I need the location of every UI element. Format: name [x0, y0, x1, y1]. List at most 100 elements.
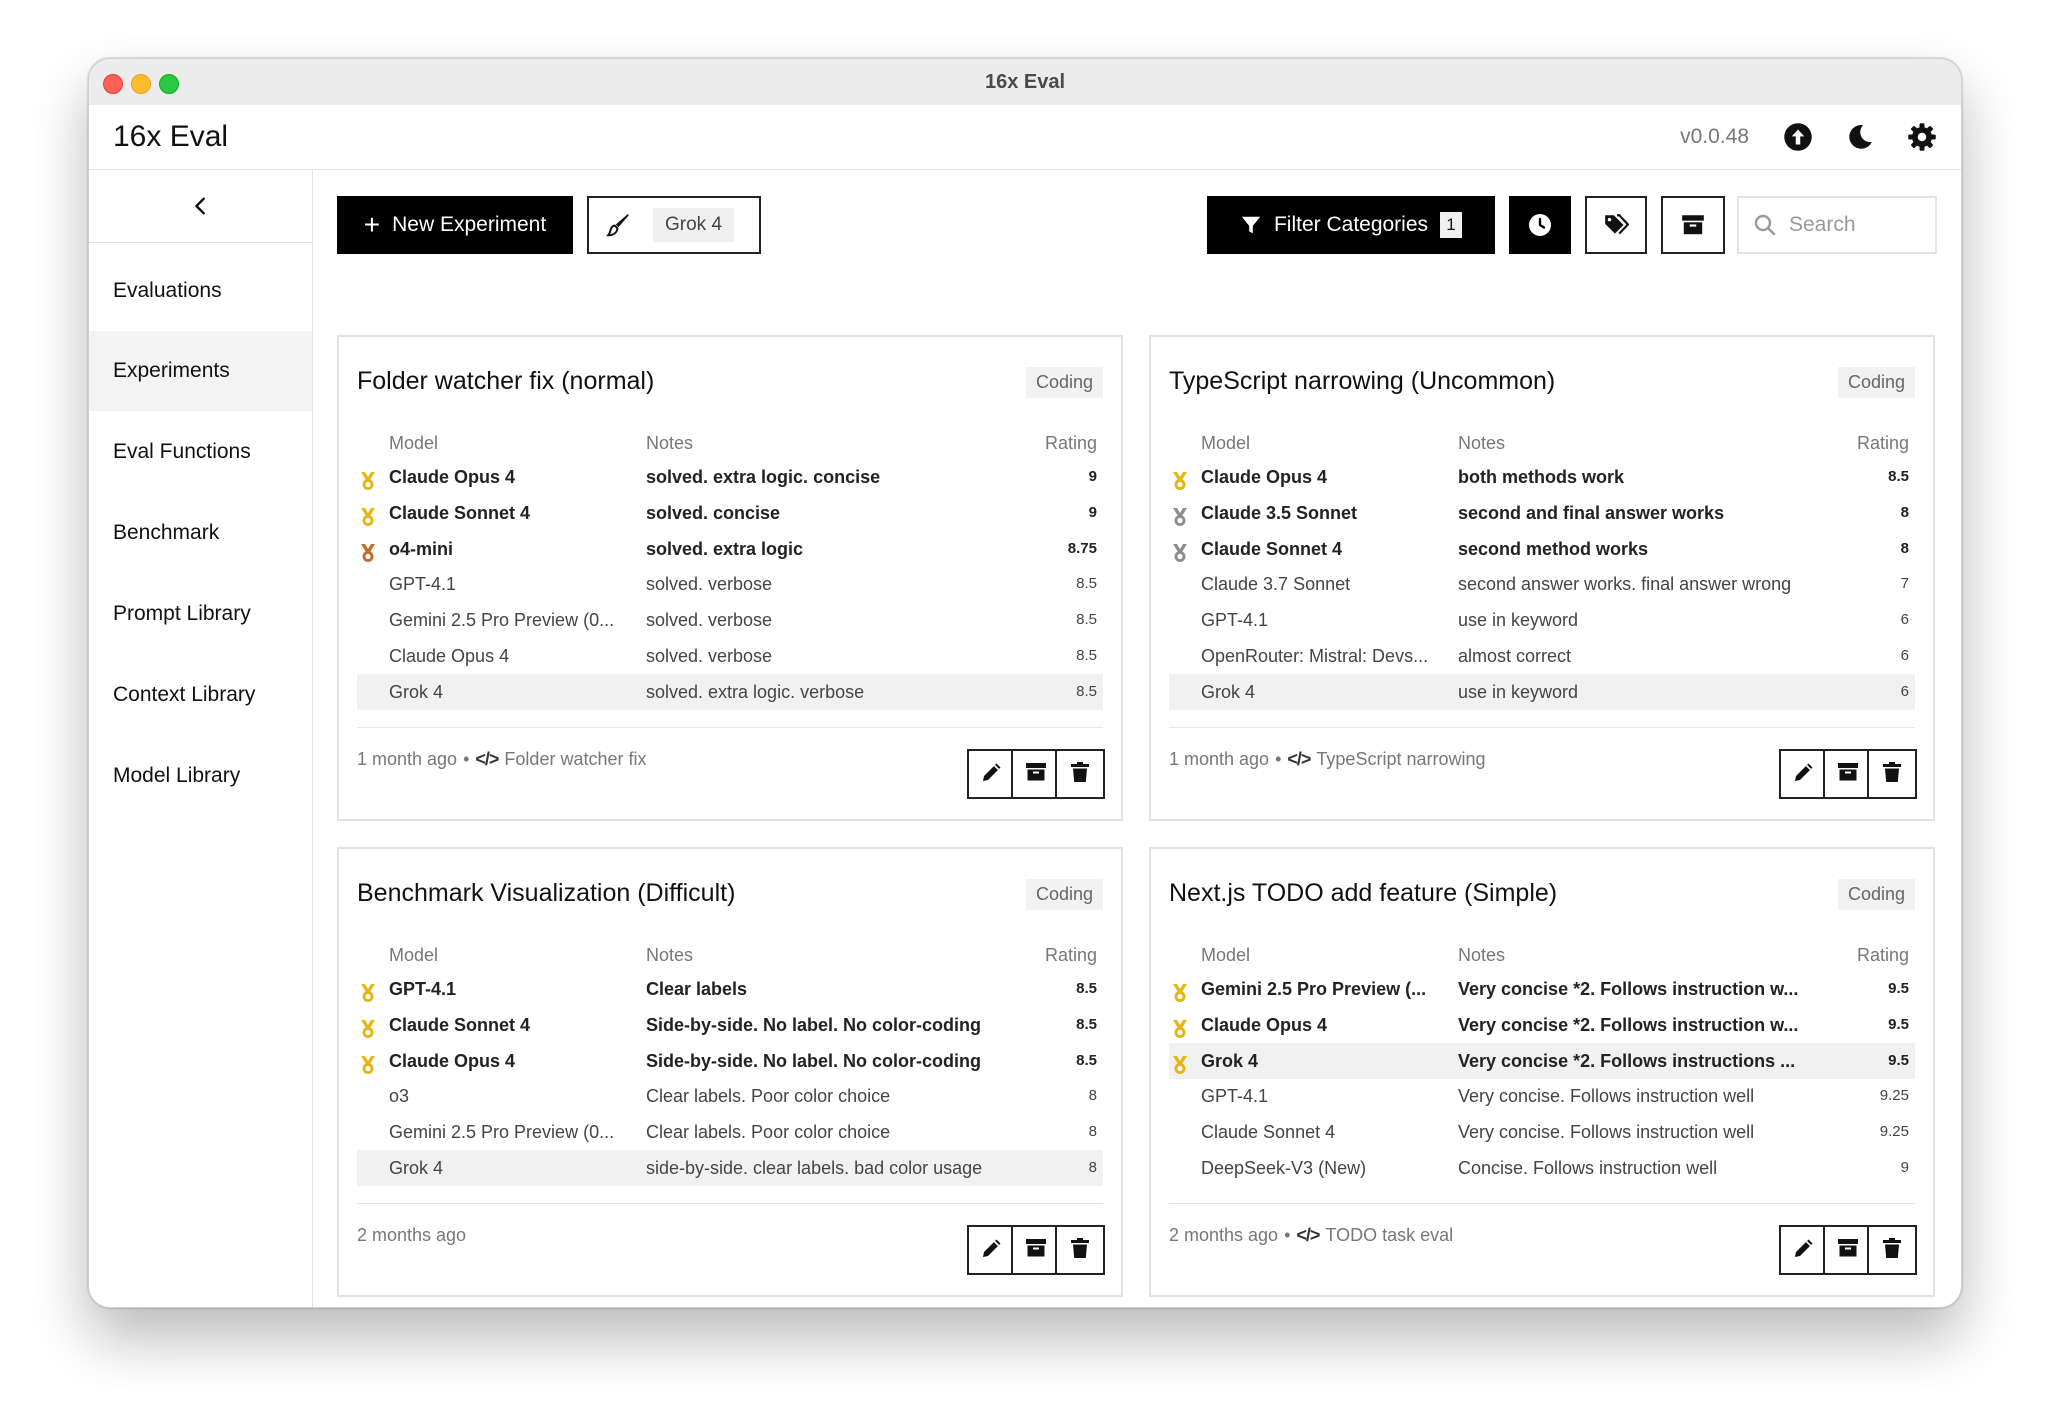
result-row[interactable]: GPT-4.1 use in keyword 6 — [1169, 602, 1915, 638]
result-row[interactable]: Grok 4 Very concise *2. Follows instructi… — [1169, 1042, 1915, 1079]
tags-button[interactable] — [1585, 196, 1647, 254]
result-rating: 8.5 — [1076, 980, 1097, 997]
result-row[interactable]: Claude Opus 4 Side-by-side. No label. No … — [357, 1043, 1103, 1079]
result-row[interactable]: Claude 3.5 Sonnet second and final answer… — [1169, 495, 1915, 531]
experiment-card[interactable]: Benchmark Visualization (Difficult) Codin… — [337, 847, 1123, 1297]
sidebar-item-model-library[interactable]: Model Library — [89, 736, 312, 816]
column-header-model: Model — [389, 945, 439, 965]
sidebar-item-evaluations[interactable]: Evaluations — [89, 251, 312, 331]
result-rating: 8 — [1088, 1159, 1097, 1176]
result-row[interactable]: Gemini 2.5 Pro Preview (0... solved. verb… — [357, 602, 1103, 638]
model-name: Grok 4 — [389, 1158, 444, 1178]
column-header-model: Model — [1201, 433, 1251, 453]
highlight-model-button[interactable]: Grok 4 — [587, 196, 761, 254]
silver-medal-icon — [1171, 503, 1189, 526]
model-name: Gemini 2.5 Pro Preview (0... — [389, 610, 615, 631]
code-icon: </> — [1287, 749, 1311, 769]
sidebar: Evaluations Experiments Eval Functions B… — [89, 170, 313, 1307]
collapse-sidebar-button[interactable] — [89, 170, 312, 243]
archived-button[interactable] — [1661, 196, 1725, 254]
edit-button[interactable] — [967, 749, 1017, 799]
code-icon: </> — [475, 749, 499, 769]
result-notes: Very concise *2. Follows instruction w..… — [1458, 979, 1799, 999]
result-row[interactable]: Grok 4 solved. extra logic. verbose 8.5 — [357, 673, 1103, 710]
meta-prompt-link[interactable]: TODO task eval — [1325, 1225, 1453, 1246]
sidebar-item-experiments[interactable]: Experiments — [89, 331, 312, 411]
result-row[interactable]: Claude Sonnet 4 solved. concise 9 — [357, 495, 1103, 531]
result-rating: 8 — [1900, 503, 1909, 521]
new-experiment-button[interactable]: + New Experiment — [337, 196, 573, 254]
delete-button[interactable] — [1867, 749, 1917, 799]
archive-icon — [1682, 215, 1704, 235]
delete-button[interactable] — [1867, 1225, 1917, 1275]
result-notes: use in keyword — [1458, 610, 1579, 631]
edit-button[interactable] — [1779, 749, 1829, 799]
app-name: 16x Eval — [113, 120, 229, 153]
result-row[interactable]: o3 Clear labels. Poor color choice 8 — [357, 1078, 1103, 1114]
result-row[interactable]: Gemini 2.5 Pro Preview (... Very concise … — [1169, 971, 1915, 1007]
experiment-title: Benchmark Visualization (Difficult) — [357, 879, 736, 907]
result-row[interactable]: Claude Opus 4 both methods work 8.5 — [1169, 459, 1915, 495]
sidebar-item-context-library[interactable]: Context Library — [89, 655, 312, 735]
gear-icon[interactable] — [1907, 122, 1937, 152]
gold-medal-icon — [359, 1015, 377, 1038]
result-row[interactable]: GPT-4.1 Very concise. Follows instruction… — [1169, 1078, 1915, 1114]
search-icon — [1754, 214, 1776, 236]
experiment-card[interactable]: Folder watcher fix (normal) Coding Model No… — [337, 335, 1123, 821]
result-rating: 8.75 — [1067, 539, 1097, 557]
result-row[interactable]: Claude 3.7 Sonnet second answer works. fi… — [1169, 566, 1915, 602]
result-row[interactable]: Grok 4 side-by-side. clear labels. bad co… — [357, 1150, 1103, 1186]
filter-categories-button[interactable]: Filter Categories 1 — [1207, 196, 1495, 254]
result-notes: solved. verbose — [646, 574, 773, 595]
experiment-card[interactable]: TypeScript narrowing (Uncommon) Coding Mod… — [1149, 335, 1935, 821]
result-rating: 8.5 — [1076, 611, 1097, 629]
result-row[interactable]: o4-mini solved. extra logic 8.75 — [357, 531, 1103, 567]
result-row[interactable]: DeepSeek-V3 (New) Concise. Follows instru… — [1169, 1150, 1915, 1186]
model-name: o4-mini — [389, 538, 454, 559]
upload-icon[interactable] — [1783, 122, 1813, 152]
search-input[interactable]: Search — [1737, 196, 1937, 254]
edit-button[interactable] — [967, 1225, 1017, 1275]
result-notes: Clear labels — [646, 979, 748, 999]
result-row[interactable]: Claude Sonnet 4 second method works 8 — [1169, 531, 1915, 567]
result-notes: Very concise. Follows instruction well — [1458, 1086, 1755, 1107]
archive-icon — [1024, 1236, 1048, 1265]
result-row[interactable]: GPT-4.1 solved. verbose 8.5 — [357, 566, 1103, 602]
result-row[interactable]: Gemini 2.5 Pro Preview (0... Clear labels… — [357, 1114, 1103, 1150]
result-row[interactable]: OpenRouter: Mistral: Devs... almost corre… — [1169, 638, 1915, 674]
sidebar-item-prompt-library[interactable]: Prompt Library — [89, 574, 312, 654]
meta-prompt-link[interactable]: TypeScript narrowing — [1316, 749, 1485, 770]
category-badge: Coding — [1837, 879, 1915, 910]
result-notes: both methods work — [1458, 467, 1624, 487]
meta-prompt-link[interactable]: Folder watcher fix — [504, 749, 646, 770]
result-row[interactable]: Claude Opus 4 solved. verbose 8.5 — [357, 638, 1103, 674]
experiment-title: TypeScript narrowing (Uncommon) — [1169, 367, 1556, 395]
sidebar-item-eval-functions[interactable]: Eval Functions — [89, 412, 312, 492]
result-rating: 7 — [1900, 575, 1909, 593]
delete-button[interactable] — [1055, 1225, 1105, 1275]
archive-button[interactable] — [1823, 749, 1873, 799]
trash-icon — [1880, 760, 1904, 789]
result-notes: Concise. Follows instruction well — [1458, 1158, 1718, 1178]
result-notes: Side-by-side. No label. No color-coding — [646, 1014, 982, 1035]
result-notes: Very concise. Follows instruction well — [1458, 1122, 1755, 1143]
result-row[interactable]: GPT-4.1 Clear labels 8.5 — [357, 971, 1103, 1007]
result-row[interactable]: Grok 4 use in keyword 6 — [1169, 673, 1915, 710]
experiment-card[interactable]: Next.js TODO add feature (Simple) Coding M… — [1149, 847, 1935, 1297]
archive-button[interactable] — [1011, 749, 1061, 799]
edit-button[interactable] — [1779, 1225, 1829, 1275]
result-row[interactable]: Claude Sonnet 4 Side-by-side. No label. N… — [357, 1007, 1103, 1043]
archive-button[interactable] — [1011, 1225, 1061, 1275]
moon-icon[interactable] — [1845, 122, 1875, 152]
result-notes: second method works — [1458, 538, 1649, 559]
history-button[interactable] — [1509, 196, 1571, 254]
delete-button[interactable] — [1055, 749, 1105, 799]
result-row[interactable]: Claude Sonnet 4 Very concise. Follows ins… — [1169, 1114, 1915, 1150]
archive-button[interactable] — [1823, 1225, 1873, 1275]
column-header-notes: Notes — [646, 433, 694, 453]
result-notes: side-by-side. clear labels. bad color us… — [646, 1158, 983, 1178]
result-rating: 9 — [1088, 468, 1097, 485]
result-row[interactable]: Claude Opus 4 Very concise *2. Follows in… — [1169, 1007, 1915, 1043]
sidebar-item-benchmark[interactable]: Benchmark — [89, 493, 312, 573]
result-row[interactable]: Claude Opus 4 solved. extra logic. concis… — [357, 459, 1103, 495]
